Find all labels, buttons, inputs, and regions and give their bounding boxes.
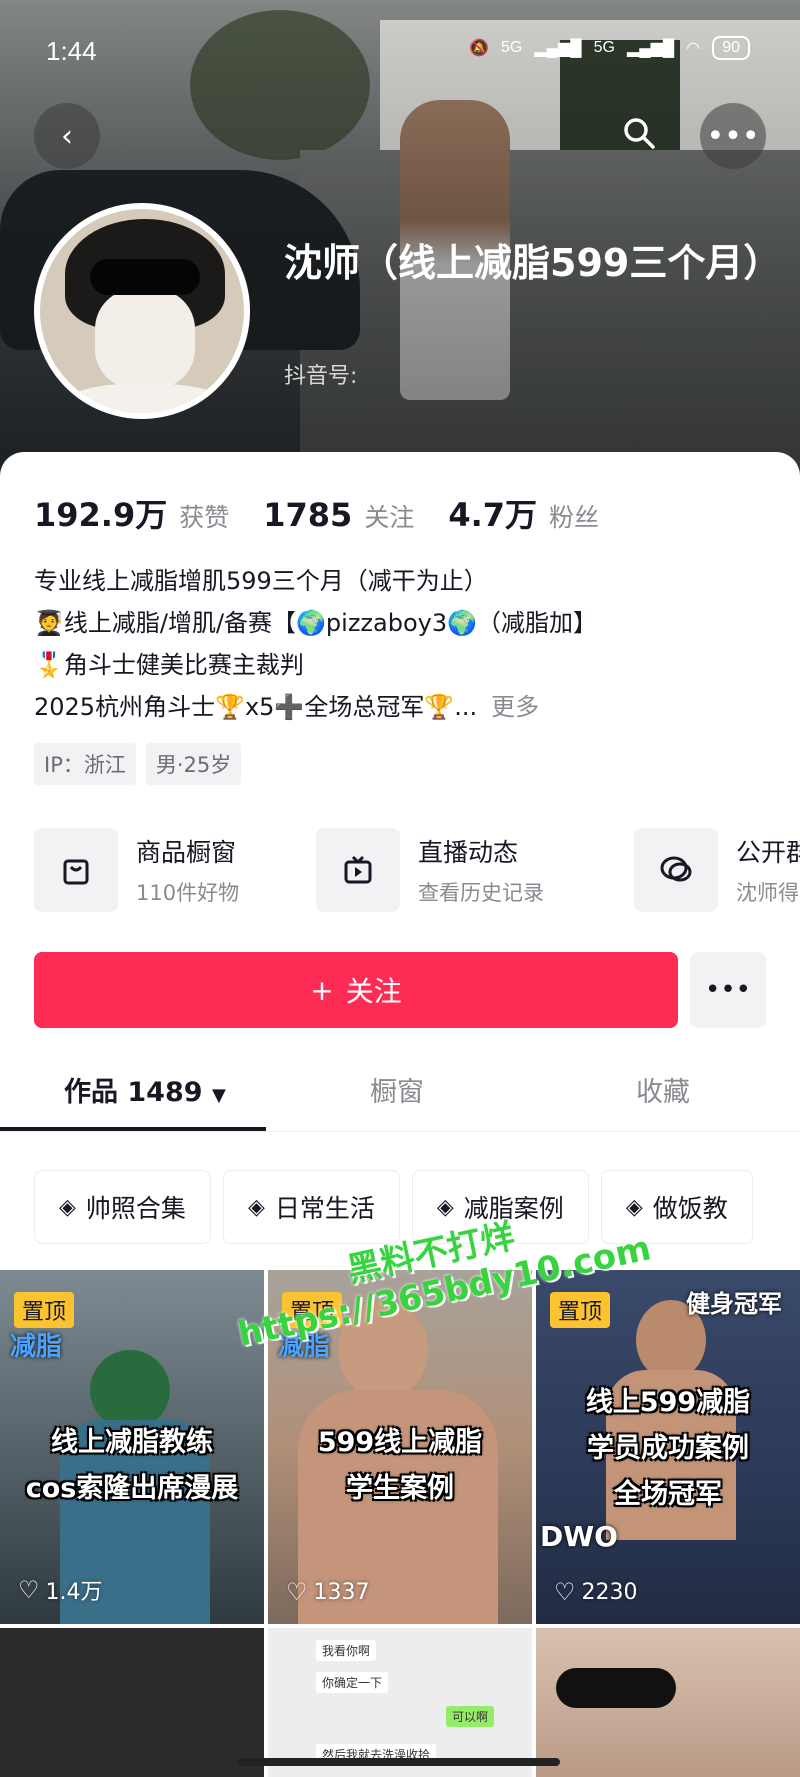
video-likes: ♡ 1337 <box>286 1578 370 1606</box>
likes-count[interactable]: 192.9万 <box>34 490 167 536</box>
video-tile[interactable] <box>0 1628 264 1777</box>
search-button[interactable] <box>606 100 672 166</box>
video-tile[interactable]: 减脂 置顶 线上减脂教练 cos索隆出席漫展 ♡ 1.4万 <box>0 1270 264 1624</box>
shopping-bag-icon <box>34 828 118 912</box>
feature-subtitle: 沈师得 <box>736 881 799 905</box>
bio-more-link[interactable]: 更多 <box>491 693 539 721</box>
bio: 专业线上减脂增肌599三个月（减干为止） 🧑‍🎓线上减脂/增肌/备赛【🌍pizz… <box>34 560 774 728</box>
layers-icon: ◈ <box>59 1194 76 1220</box>
douyin-id[interactable]: 抖音号: <box>284 358 357 390</box>
ip-tag: IP：浙江 <box>34 743 136 785</box>
signal-icon: ▂▄▆█ <box>626 40 675 57</box>
mute-icon: 🔕 <box>469 40 489 57</box>
more-options-button[interactable]: ••• <box>700 103 766 169</box>
profile-card: 192.9万 获赞 1785 关注 4.7万 粉丝 专业线上减脂增肌599三个月… <box>0 452 800 1777</box>
layers-icon: ◈ <box>247 1194 265 1220</box>
following-count[interactable]: 1785 <box>263 496 352 534</box>
feature-live[interactable]: 直播动态 查看历史记录 <box>316 828 544 912</box>
tab-works[interactable]: 作品 1489 ▼ <box>64 1070 226 1109</box>
network-1: 5G <box>500 39 523 56</box>
heart-icon: ♡ <box>554 1578 576 1606</box>
video-likes: ♡ 2230 <box>554 1578 638 1606</box>
pinned-badge: 置顶 <box>14 1292 75 1328</box>
chat-bubble: 我看你啊 <box>316 1640 377 1661</box>
video-overlay-text: 健身冠军 <box>686 1290 782 1318</box>
feature-title: 公开群 <box>736 838 800 867</box>
video-caption: 线上减脂教练 <box>51 1427 213 1458</box>
video-caption: 学员成功案例 <box>587 1433 749 1464</box>
bio-line: 🎖️角斗士健美比赛主裁判 <box>34 651 304 679</box>
profile-tags: IP：浙江 男·25岁 <box>34 743 242 785</box>
stats-row: 192.9万 获赞 1785 关注 4.7万 粉丝 <box>34 490 621 536</box>
video-tile[interactable] <box>536 1628 800 1777</box>
chat-bubble: 可以啊 <box>446 1706 495 1727</box>
likes-label[interactable]: 获赞 <box>179 498 229 534</box>
feature-title: 直播动态 <box>418 838 519 867</box>
feature-subtitle: 查看历史记录 <box>418 881 544 905</box>
follow-button[interactable]: + 关注 <box>34 952 678 1028</box>
video-caption: 全场冠军 <box>614 1479 722 1510</box>
feature-subtitle: 110件好物 <box>136 881 240 905</box>
chevron-left-icon: ‹ <box>61 118 73 154</box>
status-bar: 1:44 🔕 5G ▂▄▆█ 5G ▂▄▆█ ◠ 90 <box>0 0 800 100</box>
video-grid: 减脂 置顶 线上减脂教练 cos索隆出席漫展 ♡ 1.4万 减脂 置顶 599线上… <box>0 1270 800 1777</box>
video-caption: 599线上减脂 <box>317 1427 483 1458</box>
collection-chip[interactable]: ◈ 日常生活 <box>222 1170 400 1244</box>
network-2: 5G <box>593 39 615 56</box>
video-overlay-text: DWO <box>540 1520 618 1553</box>
follow-label: 关注 <box>345 975 402 1008</box>
video-overlay-text: 减脂 <box>10 1332 63 1362</box>
profile-name: 沈师（线上减脂599三个月） <box>284 241 782 285</box>
back-button[interactable]: ‹ <box>34 103 100 169</box>
collections-row: ◈ 帅照合集 ◈ 日常生活 ◈ 减脂案例 ◈ 做饭教 <box>34 1170 800 1244</box>
layers-icon: ◈ <box>436 1194 454 1220</box>
bio-line: 2025杭州角斗士🏆x5➕全场总冠军🏆... 更多 <box>34 693 540 721</box>
bio-line: 专业线上减脂增肌599三个月（减干为止） <box>34 567 488 595</box>
chat-bubbles-icon <box>634 828 718 912</box>
video-likes: ♡ 1.4万 <box>18 1576 103 1605</box>
heart-icon: ♡ <box>18 1576 40 1604</box>
followers-label[interactable]: 粉丝 <box>549 498 599 534</box>
ellipsis-icon: ••• <box>704 975 751 1005</box>
battery-icon: 90 <box>712 36 750 60</box>
status-time: 1:44 <box>46 36 97 66</box>
feature-shop-window[interactable]: 商品橱窗 110件好物 <box>34 828 239 912</box>
video-caption: cos索隆出席漫展 <box>25 1473 239 1504</box>
follow-more-button[interactable]: ••• <box>690 952 766 1028</box>
feature-public-group[interactable]: 公开群 沈师得 <box>634 828 800 912</box>
caret-down-icon: ▼ <box>211 1085 226 1106</box>
pinned-badge: 置顶 <box>550 1292 611 1328</box>
tab-favorites[interactable]: 收藏 <box>636 1070 690 1109</box>
feature-row: 商品橱窗 110件好物 直播动态 查看历史记录 公开群 沈师得 <box>34 828 800 918</box>
plus-icon: + <box>310 973 334 1007</box>
profile-tabs: 作品 1489 ▼ 橱窗 收藏 <box>0 1060 800 1132</box>
tv-icon <box>316 828 400 912</box>
status-icons: 🔕 5G ▂▄▆█ 5G ▂▄▆█ ◠ 90 <box>469 36 750 60</box>
signal-icon: ▂▄▆█ <box>534 40 582 57</box>
wifi-icon: ◠ <box>686 40 701 57</box>
bio-line: 🧑‍🎓线上减脂/增肌/备赛【🌍pizzaboy3🌍（减脂加】 <box>34 609 598 637</box>
heart-icon: ♡ <box>286 1578 308 1606</box>
following-label[interactable]: 关注 <box>364 498 414 534</box>
video-tile[interactable]: 我看你啊 你确定一下 可以啊 然后我就去洗澡收拾 <box>268 1628 532 1777</box>
home-indicator[interactable] <box>238 1758 560 1766</box>
video-tile[interactable]: 健身冠军 DWO 置顶 线上599减脂 学员成功案例 全场冠军 ♡ 2230 <box>536 1270 800 1624</box>
feature-title: 商品橱窗 <box>136 838 237 867</box>
tab-showcase[interactable]: 橱窗 <box>370 1070 424 1109</box>
video-caption: 学生案例 <box>346 1473 454 1504</box>
ellipsis-icon: ••• <box>706 118 760 154</box>
followers-count[interactable]: 4.7万 <box>448 490 537 536</box>
collection-chip[interactable]: ◈ 帅照合集 <box>34 1170 211 1244</box>
gender-age-tag: 男·25岁 <box>145 743 242 785</box>
video-caption: 线上599减脂 <box>585 1387 751 1418</box>
search-icon <box>624 118 655 149</box>
chat-bubble: 你确定一下 <box>316 1672 389 1693</box>
avatar[interactable] <box>34 203 250 419</box>
tab-underline <box>0 1127 266 1131</box>
